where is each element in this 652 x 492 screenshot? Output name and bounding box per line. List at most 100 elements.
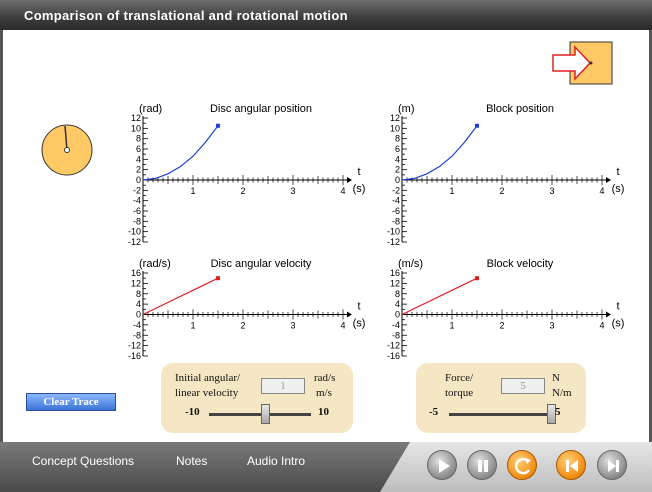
reset-button[interactable] [507, 450, 537, 480]
x-tick-label: 2 [240, 186, 245, 196]
x-unit-label: (s) [612, 183, 625, 195]
y-unit-label: (rad/s) [139, 258, 171, 270]
x-axis-arrow [606, 311, 611, 318]
series-endpoint [475, 276, 479, 281]
force-control-panel: Force/ torque 5 N N/m -5 5 [416, 363, 586, 433]
x-tick-label: 4 [340, 321, 345, 331]
y-unit-label: (m) [398, 103, 415, 115]
x-tick-label: 2 [240, 321, 245, 331]
x-tick-label: 1 [190, 186, 195, 196]
x-axis-arrow [606, 177, 611, 183]
y-unit-label: (m/s) [398, 258, 423, 270]
sliding-block [552, 41, 613, 85]
simulation-area: 12 10 8 6 4 2 0 -2 -4 -6 -8 -10 -12 1 2 3 4 (rad) Disc ang… [3, 30, 649, 442]
pause-icon [478, 460, 488, 472]
velocity-unit-line1: rad/s [314, 372, 336, 384]
chart-disc_position: 121086420-2-4-6-8-10-121 2 3 4(rad) Disc ang… [128, 103, 365, 247]
series-line [401, 277, 478, 316]
notes-link[interactable]: Notes [176, 454, 207, 468]
y-tick-label: 4 [395, 154, 400, 164]
x-tick-label: 2 [499, 321, 504, 331]
y-tick-label: 12 [390, 278, 400, 288]
velocity-slider-thumb[interactable] [261, 404, 271, 424]
y-tick-label: 8 [136, 134, 141, 144]
y-tick-label: -10 [387, 227, 400, 237]
audio-intro-link[interactable]: Audio Intro [247, 454, 305, 468]
y-tick-label: -8 [392, 216, 400, 226]
y-tick-label: 4 [136, 154, 141, 164]
y-tick-label: 8 [395, 134, 400, 144]
velocity-unit-line2: m/s [316, 387, 332, 399]
chart-block_position: 121086420-2-4-6-8-10-121 2 3 4(m) Block posi… [387, 103, 624, 247]
force-unit-line1: N [552, 372, 560, 384]
x-axis-label: t [616, 301, 619, 313]
force-label-line1: Force/ [445, 372, 474, 384]
x-axis-label: t [616, 166, 619, 178]
y-tick-label: -8 [392, 330, 400, 340]
x-axis-label: t [357, 166, 360, 178]
force-min-label: -5 [429, 406, 439, 418]
rotating-disc [41, 124, 93, 176]
x-axis-label: t [357, 301, 360, 313]
velocity-input[interactable]: 1 [261, 378, 305, 394]
y-tick-label: 0 [136, 175, 141, 185]
series-endpoint [216, 276, 220, 281]
clear-trace-button[interactable]: Clear Trace [26, 393, 116, 411]
series-line [401, 125, 478, 181]
chart-title: Disc angular position [210, 103, 312, 115]
step-icon [608, 460, 619, 472]
concept-questions-link[interactable]: Concept Questions [32, 454, 134, 468]
force-unit-line2: N/m [552, 387, 572, 399]
x-axis-arrow [347, 311, 352, 318]
series-line [142, 277, 219, 316]
y-tick-label: -6 [392, 206, 400, 216]
y-tick-label: 8 [395, 289, 400, 299]
y-tick-label: -4 [392, 320, 400, 330]
pause-button[interactable] [467, 450, 497, 480]
bottom-toolbar: Concept Questions Notes Audio Intro [0, 442, 652, 492]
y-tick-label: -12 [387, 341, 400, 351]
chart-title: Block position [486, 103, 554, 115]
chart-block_velocity: 1612840-4-8-12-161 2 3 4(m/s) Block velocity… [387, 258, 624, 361]
y-tick-label: 10 [390, 123, 400, 133]
y-tick-label: -2 [392, 185, 400, 195]
y-tick-label: 2 [136, 165, 141, 175]
x-tick-label: 4 [599, 321, 604, 331]
y-tick-label: -2 [133, 185, 141, 195]
play-button[interactable] [427, 450, 457, 480]
y-tick-label: -8 [133, 330, 141, 340]
y-tick-label: -10 [128, 227, 141, 237]
x-unit-label: (s) [612, 318, 625, 330]
x-tick-label: 3 [549, 321, 554, 331]
y-tick-label: -16 [128, 351, 141, 361]
y-tick-label: 2 [395, 165, 400, 175]
y-tick-label: -8 [133, 216, 141, 226]
y-tick-label: 6 [136, 144, 141, 154]
step-button[interactable] [597, 450, 627, 480]
x-tick-label: 4 [340, 186, 345, 196]
chart-disc_velocity: 1612840-4-8-12-161 2 3 4(rad/s) Disc angular… [128, 258, 365, 361]
y-tick-label: 0 [395, 310, 400, 320]
x-tick-label: 4 [599, 186, 604, 196]
velocity-slider-track[interactable] [209, 413, 311, 416]
y-tick-label: -12 [128, 341, 141, 351]
series-endpoint [475, 123, 479, 128]
force-slider-track[interactable] [449, 413, 553, 416]
y-tick-label: -12 [128, 237, 141, 247]
rewind-button[interactable] [556, 450, 586, 480]
y-tick-label: 8 [136, 289, 141, 299]
force-input[interactable]: 5 [501, 378, 545, 394]
y-tick-label: 4 [136, 299, 141, 309]
x-unit-label: (s) [353, 183, 366, 195]
x-unit-label: (s) [353, 318, 366, 330]
title-bar: Comparison of translational and rotation… [0, 0, 652, 30]
velocity-min-label: -10 [185, 406, 200, 418]
x-tick-label: 1 [449, 186, 454, 196]
chart-title: Disc angular velocity [211, 258, 312, 270]
y-tick-label: -4 [392, 196, 400, 206]
y-tick-label: 4 [395, 299, 400, 309]
velocity-label-line2: linear velocity [175, 387, 239, 399]
force-max-label: 5 [555, 406, 561, 418]
y-tick-label: -4 [133, 196, 141, 206]
y-tick-label: 10 [131, 123, 141, 133]
